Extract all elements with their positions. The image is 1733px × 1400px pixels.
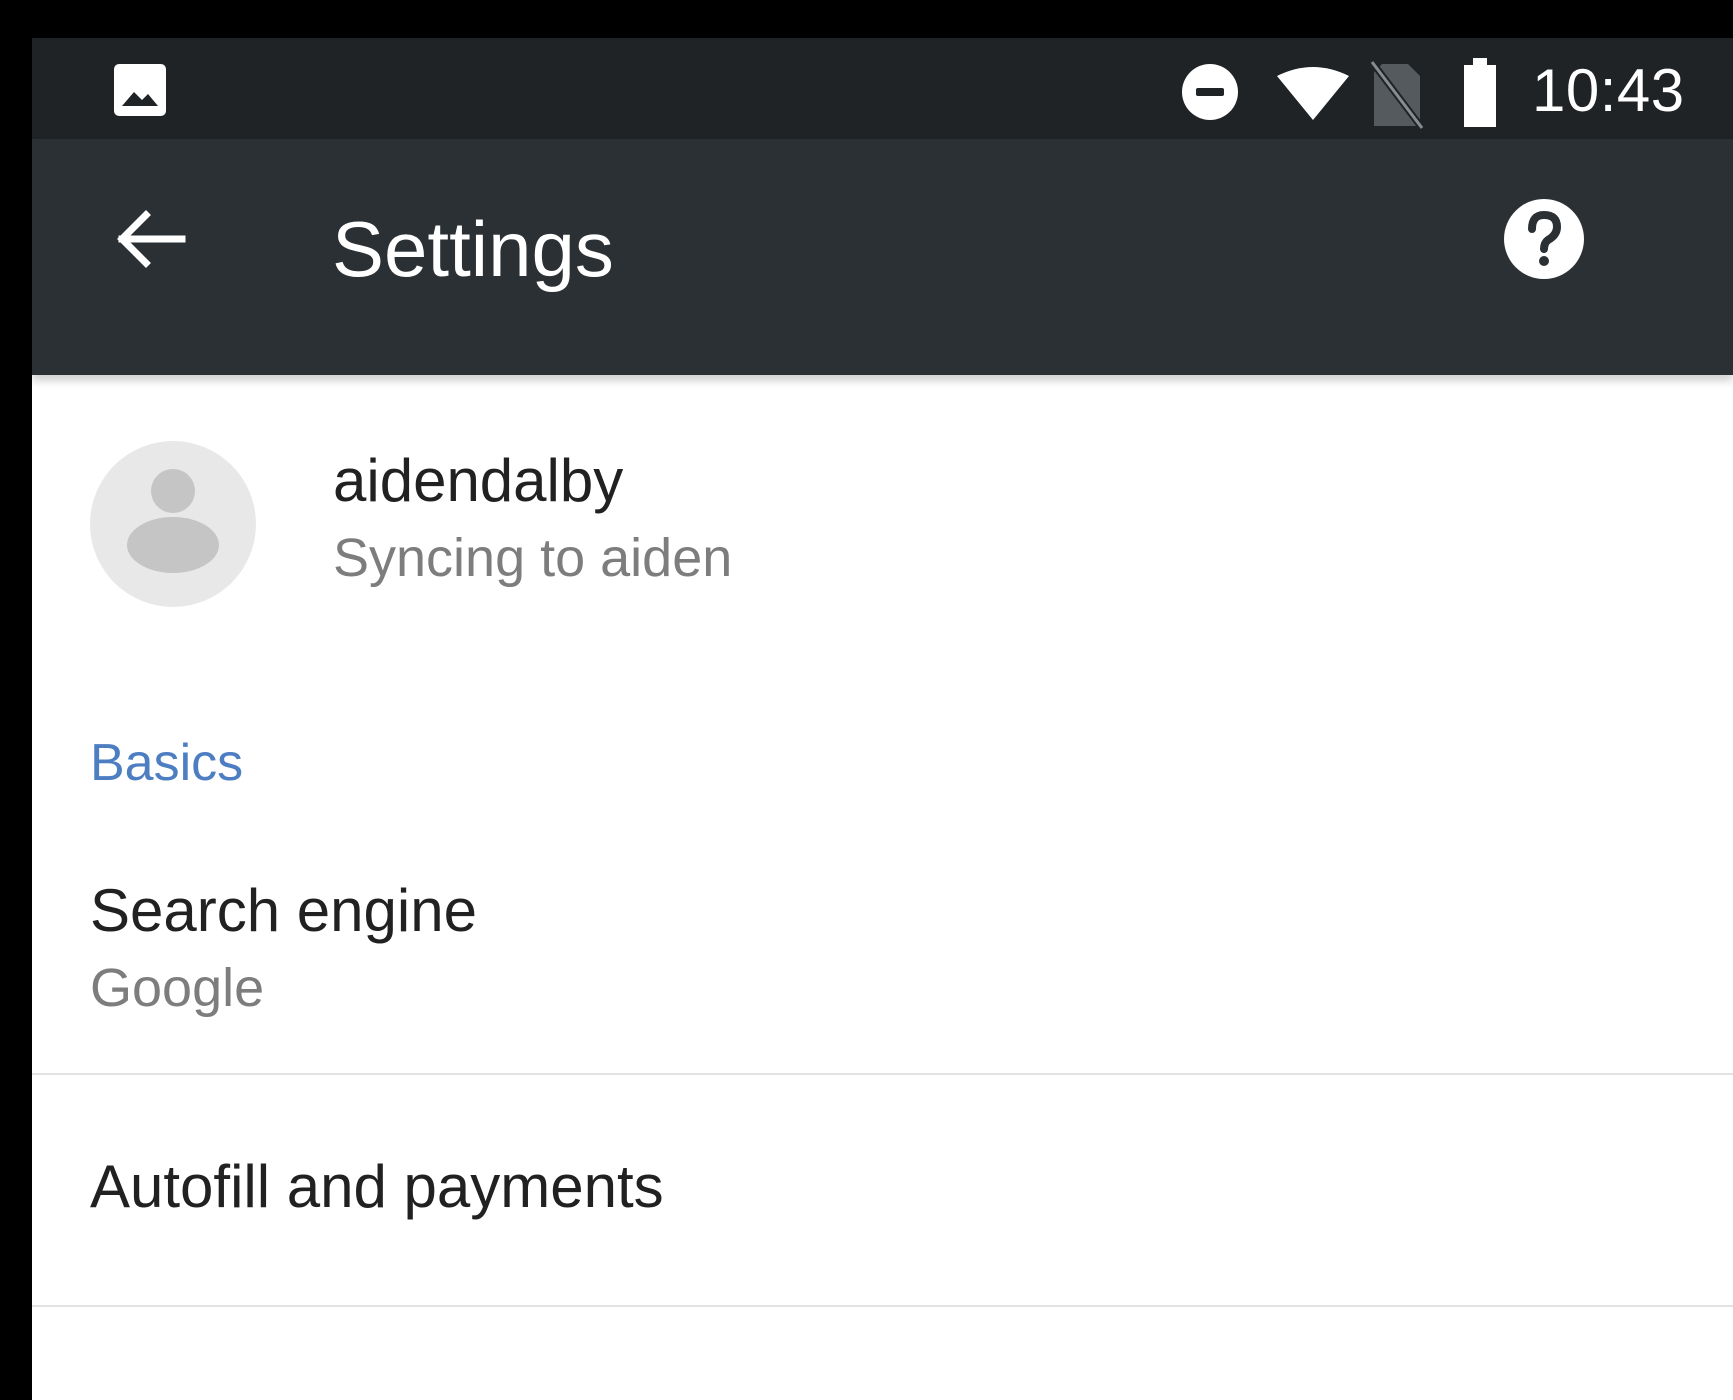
settings-list: aidendalby Syncing to aiden Basics Searc…: [32, 375, 1733, 1400]
battery-icon: [1464, 58, 1496, 127]
page-title: Settings: [332, 205, 614, 293]
section-header-basics: Basics: [90, 734, 244, 792]
pref-search-engine[interactable]: Search engine Google: [32, 815, 1733, 1075]
do-not-disturb-icon: [1182, 64, 1238, 120]
gallery-icon: [114, 64, 166, 116]
pref-search-engine-summary: Google: [90, 958, 265, 1018]
no-sim-icon: [1370, 60, 1424, 130]
device-screen: 10:43 Settings aidendalby Syncing to aid…: [32, 38, 1733, 1400]
help-icon: [1504, 199, 1584, 279]
wifi-icon: [1277, 67, 1349, 120]
app-bar: Settings: [32, 139, 1733, 375]
status-bar: 10:43: [32, 38, 1733, 139]
pref-autofill-title: Autofill and payments: [90, 1153, 664, 1220]
back-button[interactable]: [98, 187, 202, 291]
pref-search-engine-title: Search engine: [90, 877, 477, 944]
arrow-back-icon: [117, 210, 186, 268]
help-button[interactable]: [1492, 187, 1596, 291]
person-avatar-icon: [127, 469, 219, 573]
account-name: aidendalby: [333, 447, 624, 514]
account-row[interactable]: aidendalby Syncing to aiden: [32, 375, 1733, 665]
status-time: 10:43: [1532, 57, 1685, 124]
pref-autofill-payments[interactable]: Autofill and payments: [32, 1075, 1733, 1307]
account-sync-status: Syncing to aiden: [333, 528, 733, 588]
avatar: [90, 441, 256, 607]
